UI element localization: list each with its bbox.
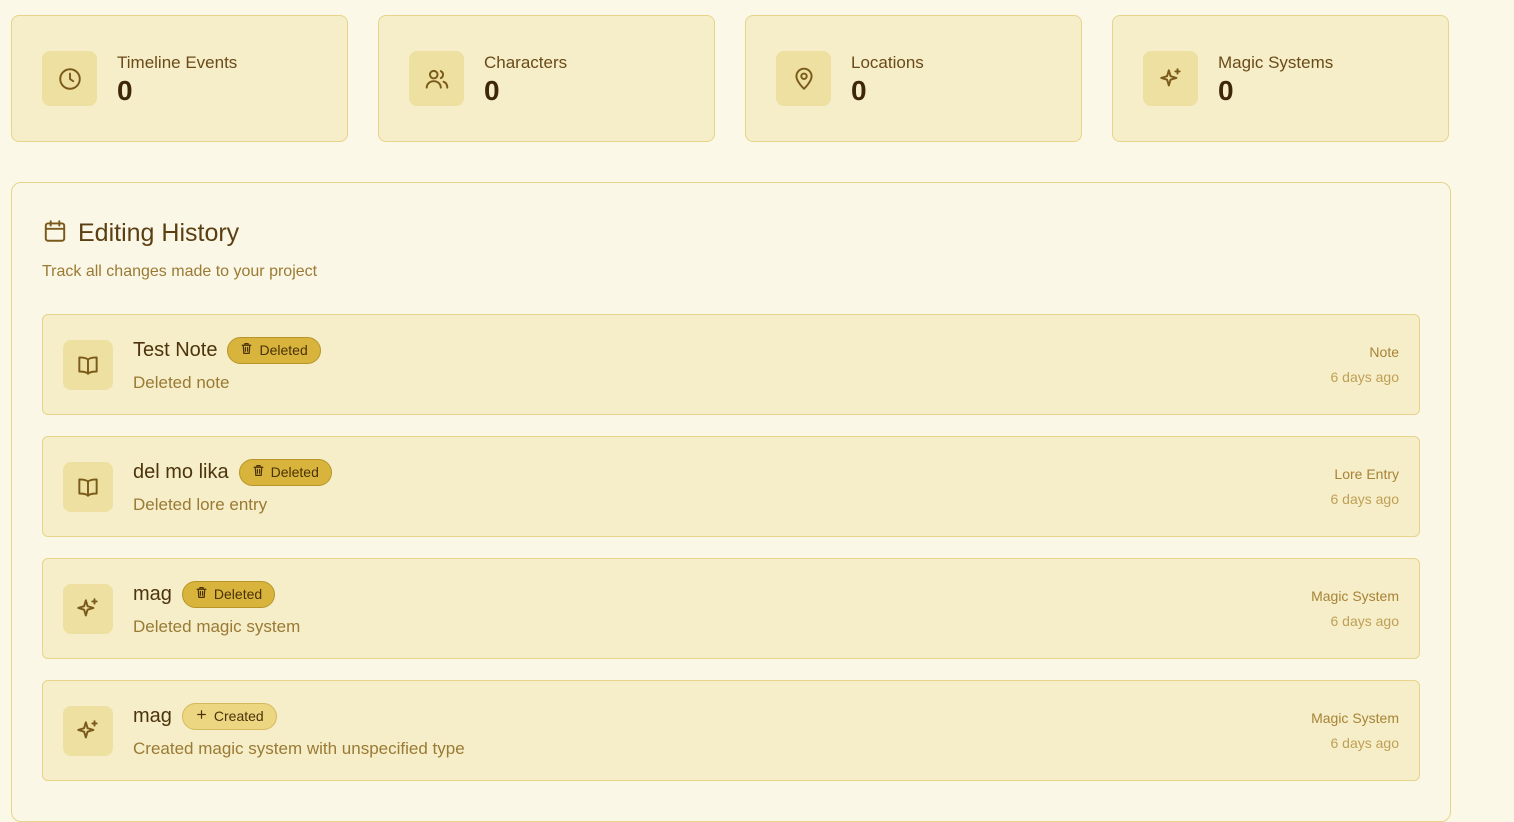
- history-entry[interactable]: Test Note Deleted Deleted note Note 6 da…: [42, 314, 1420, 415]
- history-entry[interactable]: mag Deleted Deleted magic system Magic S…: [42, 558, 1420, 659]
- stat-card-locations: Locations 0: [745, 15, 1082, 142]
- stat-value: 0: [484, 74, 500, 106]
- entry-name: mag: [133, 582, 172, 605]
- trash-icon: [252, 464, 265, 480]
- map-pin-icon: [776, 51, 831, 106]
- editing-history-panel: Editing History Track all changes made t…: [11, 182, 1451, 822]
- users-icon: [409, 51, 464, 106]
- history-entry[interactable]: del mo lika Deleted Deleted lore entry L…: [42, 436, 1420, 537]
- entry-name: del mo lika: [133, 460, 229, 483]
- entry-type: Magic System: [1311, 710, 1399, 726]
- stat-label: Magic Systems: [1218, 52, 1334, 72]
- entry-timestamp: 6 days ago: [1330, 735, 1400, 751]
- badge-label: Deleted: [213, 586, 263, 602]
- status-badge: Deleted: [238, 458, 332, 486]
- stat-label: Characters: [484, 52, 568, 72]
- history-entry[interactable]: mag Created Created magic system with un…: [42, 680, 1420, 781]
- sparkles-icon: [63, 705, 113, 756]
- stats-row: Timeline Events 0 Characters 0 Locations…: [11, 15, 1449, 142]
- status-badge: Deleted: [227, 336, 321, 364]
- sparkles-icon: [63, 583, 113, 634]
- clock-icon: [42, 51, 97, 106]
- badge-label: Deleted: [270, 464, 319, 480]
- stat-card-timeline-events: Timeline Events 0: [11, 15, 348, 142]
- plus-icon: [195, 708, 208, 724]
- entry-timestamp: 6 days ago: [1330, 491, 1400, 507]
- entry-description: Deleted magic system: [133, 616, 301, 636]
- sparkles-icon: [1143, 51, 1198, 106]
- entry-timestamp: 6 days ago: [1330, 613, 1400, 629]
- badge-label: Deleted: [259, 342, 308, 358]
- entry-timestamp: 6 days ago: [1330, 369, 1400, 385]
- calendar-icon: [42, 218, 68, 249]
- trash-icon: [240, 342, 253, 358]
- entry-type: Magic System: [1311, 588, 1399, 604]
- entry-description: Created magic system with unspecified ty…: [133, 738, 465, 758]
- stat-value: 0: [851, 74, 867, 106]
- entry-name: mag: [133, 704, 172, 727]
- stat-card-characters: Characters 0: [378, 15, 715, 142]
- badge-label: Created: [213, 708, 264, 724]
- entry-name: Test Note: [133, 338, 218, 361]
- entry-description: Deleted lore entry: [133, 494, 268, 514]
- book-open-icon: [63, 339, 113, 390]
- entry-description: Deleted note: [133, 372, 230, 392]
- status-badge: Created: [181, 702, 277, 730]
- stat-card-magic-systems: Magic Systems 0: [1112, 15, 1449, 142]
- history-title: Editing History: [78, 219, 240, 247]
- stat-label: Locations: [851, 52, 924, 72]
- history-header: Editing History: [42, 218, 1420, 249]
- status-badge: Deleted: [181, 580, 276, 608]
- book-open-icon: [63, 461, 113, 512]
- stat-label: Timeline Events: [117, 52, 238, 72]
- history-subtitle: Track all changes made to your project: [42, 263, 318, 280]
- history-list: Test Note Deleted Deleted note Note 6 da…: [42, 314, 1420, 781]
- stat-value: 0: [1218, 74, 1234, 106]
- trash-icon: [195, 586, 208, 602]
- entry-type: Lore Entry: [1334, 466, 1399, 482]
- stat-value: 0: [117, 74, 133, 106]
- entry-type: Note: [1369, 344, 1399, 360]
